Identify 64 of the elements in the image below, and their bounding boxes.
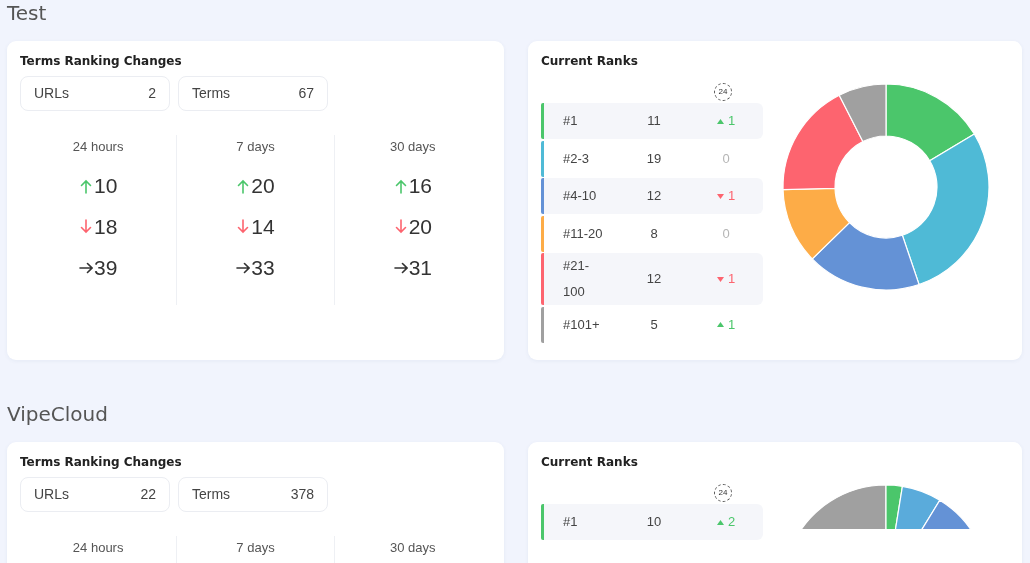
change-count: 20 <box>408 217 432 237</box>
card-title: Current Ranks <box>541 455 639 469</box>
rank-label: #4-10 <box>563 187 598 205</box>
up-triangle-icon <box>716 519 724 525</box>
period-label: 7 days <box>235 139 276 155</box>
rank-change: 2 <box>727 513 736 532</box>
down-triangle-icon <box>716 193 724 199</box>
rank-label: #21-100 <box>563 257 591 301</box>
stat-value: 2 <box>148 84 156 103</box>
stat-value: 67 <box>298 84 314 103</box>
up-triangle-icon <box>716 118 724 124</box>
rank-label: #1 <box>563 513 579 531</box>
change-count: 16 <box>408 176 432 196</box>
stat-value: 378 <box>290 485 314 504</box>
up-arrow-icon <box>79 178 93 194</box>
rank-count: 5 <box>649 315 659 334</box>
rank-label: #101+ <box>563 315 601 334</box>
down-arrow-icon <box>393 219 408 235</box>
rank-count: 19 <box>645 149 663 168</box>
rank-count: 12 <box>645 270 663 289</box>
stat-label: Terms <box>192 84 231 103</box>
change-count: 10 <box>94 176 118 196</box>
down-triangle-icon <box>716 276 724 282</box>
period-label: 24 hours <box>71 540 125 556</box>
card-title: Terms Ranking Changes <box>20 54 183 68</box>
change-count: 31 <box>408 258 432 278</box>
up-arrow-icon <box>236 178 251 194</box>
rank-change: 1 <box>727 112 736 131</box>
card-title: Terms Ranking Changes <box>20 455 183 469</box>
right-arrow-icon <box>236 260 251 276</box>
stat-value: 22 <box>140 485 156 504</box>
period-label: 7 days <box>235 540 276 556</box>
down-arrow-icon <box>236 219 251 235</box>
right-arrow-icon <box>393 260 408 276</box>
rank-change: 0 <box>722 149 730 168</box>
rank-change: 1 <box>727 187 736 206</box>
rank-label: #2-3 <box>563 149 591 168</box>
rank-count: 8 <box>649 224 659 243</box>
change-count: 33 <box>251 258 275 278</box>
up-arrow-icon <box>393 178 408 194</box>
change-count: 20 <box>251 176 275 196</box>
section-title: Test <box>7 0 48 26</box>
right-arrow-icon <box>79 260 93 276</box>
stat-label: Terms <box>192 485 231 504</box>
rank-change: 1 <box>727 315 736 334</box>
rank-label: #11-20 <box>563 224 604 243</box>
section-title: VipeCloud <box>7 401 109 427</box>
change-count: 18 <box>94 217 118 237</box>
rank-count: 11 <box>646 112 662 131</box>
period-label: 30 days <box>389 139 437 155</box>
stat-label: URLs <box>34 84 69 103</box>
period-label: 24 hours <box>71 139 125 155</box>
card-title: Current Ranks <box>541 54 639 68</box>
down-arrow-icon <box>79 219 93 235</box>
rank-change: 0 <box>722 224 730 243</box>
up-triangle-icon <box>716 322 724 327</box>
rank-label: #1 <box>563 112 579 130</box>
rank-count: 10 <box>645 513 663 532</box>
stat-label: URLs <box>34 485 69 504</box>
change-count: 14 <box>251 217 275 237</box>
rank-count: 12 <box>645 187 663 206</box>
rank-change: 1 <box>727 270 736 289</box>
change-count: 39 <box>94 258 118 278</box>
period-label: 30 days <box>389 540 437 556</box>
